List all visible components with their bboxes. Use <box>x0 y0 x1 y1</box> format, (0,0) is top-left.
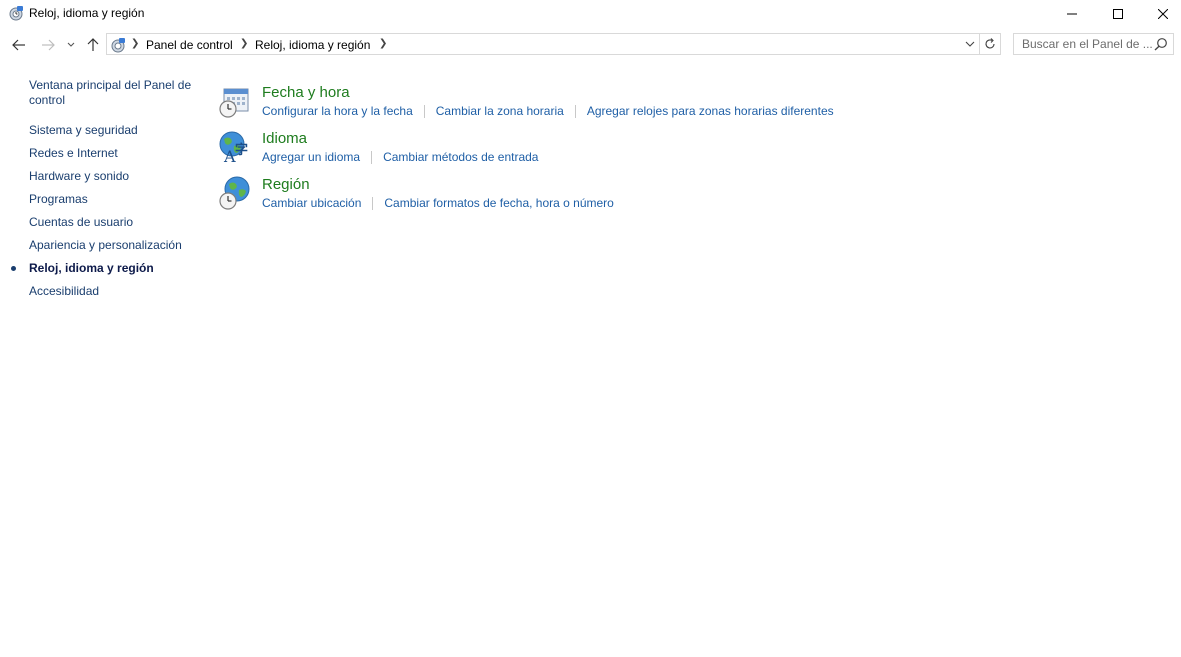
refresh-button[interactable] <box>980 33 1001 55</box>
chevron-right-icon[interactable]: ❯ <box>131 38 139 49</box>
breadcrumb-reloj-idioma-region[interactable]: Reloj, idioma y región <box>255 38 370 52</box>
window-title: Reloj, idioma y región <box>29 6 145 20</box>
minimize-button[interactable] <box>1049 0 1095 28</box>
language-globe-icon: A 字 <box>218 130 252 166</box>
address-dropdown-button[interactable] <box>963 37 977 51</box>
up-button[interactable] <box>83 34 103 56</box>
sidebar-item-accesibilidad[interactable]: Accesibilidad <box>29 284 201 299</box>
forward-button[interactable] <box>37 34 59 56</box>
section-links-region: Cambiar ubicación Cambiar formatos de fe… <box>262 196 614 210</box>
back-button[interactable] <box>8 34 30 56</box>
section-title-region[interactable]: Región <box>262 176 310 193</box>
control-panel-icon <box>8 5 24 21</box>
link-divider <box>372 196 374 210</box>
link-cambiar-formatos[interactable]: Cambiar formatos de fecha, hora o número <box>384 196 613 210</box>
chevron-down-icon <box>67 42 75 47</box>
chevron-right-icon[interactable]: ❯ <box>240 38 248 49</box>
section-fecha-hora: Fecha y hora Configurar la hora y la fec… <box>218 84 918 124</box>
link-configurar-hora-fecha[interactable]: Configurar la hora y la fecha <box>262 104 413 118</box>
maximize-icon <box>1113 9 1123 19</box>
chevron-down-icon <box>965 41 975 47</box>
minimize-icon <box>1067 13 1077 15</box>
address-bar[interactable]: ❯ Panel de control ❯ Reloj, idioma y reg… <box>106 33 980 55</box>
section-region: Región Cambiar ubicación Cambiar formato… <box>218 176 918 216</box>
section-links-fecha-hora: Configurar la hora y la fecha Cambiar la… <box>262 104 834 118</box>
link-divider <box>371 150 373 164</box>
title-bar: Reloj, idioma y región <box>0 0 1181 28</box>
section-links-idioma: Agregar un idioma Cambiar métodos de ent… <box>262 150 538 164</box>
sidebar-item-cuentas-usuario[interactable]: Cuentas de usuario <box>29 215 201 230</box>
navigation-bar: ❯ Panel de control ❯ Reloj, idioma y reg… <box>0 32 1181 58</box>
section-title-idioma[interactable]: Idioma <box>262 130 307 147</box>
link-cambiar-zona-horaria[interactable]: Cambiar la zona horaria <box>436 104 564 118</box>
calendar-clock-icon <box>218 84 252 118</box>
sidebar-item-apariencia[interactable]: Apariencia y personalización <box>29 238 201 253</box>
chevron-right-icon[interactable]: ❯ <box>379 38 387 49</box>
refresh-icon <box>985 38 995 49</box>
sidebar-item-sistema-seguridad[interactable]: Sistema y seguridad <box>29 123 201 138</box>
maximize-button[interactable] <box>1095 0 1141 28</box>
svg-text:字: 字 <box>235 142 248 158</box>
link-cambiar-ubicacion[interactable]: Cambiar ubicación <box>262 196 361 210</box>
search-icon[interactable] <box>1154 37 1168 51</box>
sidebar-item-redes-internet[interactable]: Redes e Internet <box>29 146 201 161</box>
arrow-right-icon <box>42 39 55 51</box>
sidebar-item-reloj-idioma-region[interactable]: Reloj, idioma y región <box>11 261 201 276</box>
close-button[interactable] <box>1140 0 1181 28</box>
breadcrumb-panel-de-control[interactable]: Panel de control <box>146 38 233 52</box>
link-cambiar-metodos-entrada[interactable]: Cambiar métodos de entrada <box>383 150 538 164</box>
control-panel-icon <box>110 37 126 53</box>
link-agregar-relojes[interactable]: Agregar relojes para zonas horarias dife… <box>587 104 834 118</box>
arrow-left-icon <box>12 39 25 51</box>
link-divider <box>423 104 425 118</box>
section-idioma: A 字 Idioma Agregar un idioma Cambiar mét… <box>218 130 918 170</box>
sidebar-item-ventana-principal[interactable]: Ventana principal del Panel de control <box>29 78 201 108</box>
region-globe-clock-icon <box>218 176 252 210</box>
section-title-fecha-hora[interactable]: Fecha y hora <box>262 84 350 101</box>
link-agregar-idioma[interactable]: Agregar un idioma <box>262 150 360 164</box>
recent-locations-button[interactable] <box>64 34 78 56</box>
search-input[interactable] <box>1014 34 1158 54</box>
sidebar-item-programas[interactable]: Programas <box>29 192 201 207</box>
link-divider <box>574 104 576 118</box>
search-box[interactable] <box>1013 33 1174 55</box>
sidebar-item-label: Reloj, idioma y región <box>29 261 154 275</box>
sidebar-item-hardware-sonido[interactable]: Hardware y sonido <box>29 169 201 184</box>
active-bullet <box>11 266 16 271</box>
close-icon <box>1158 9 1168 19</box>
arrow-up-icon <box>87 38 99 51</box>
